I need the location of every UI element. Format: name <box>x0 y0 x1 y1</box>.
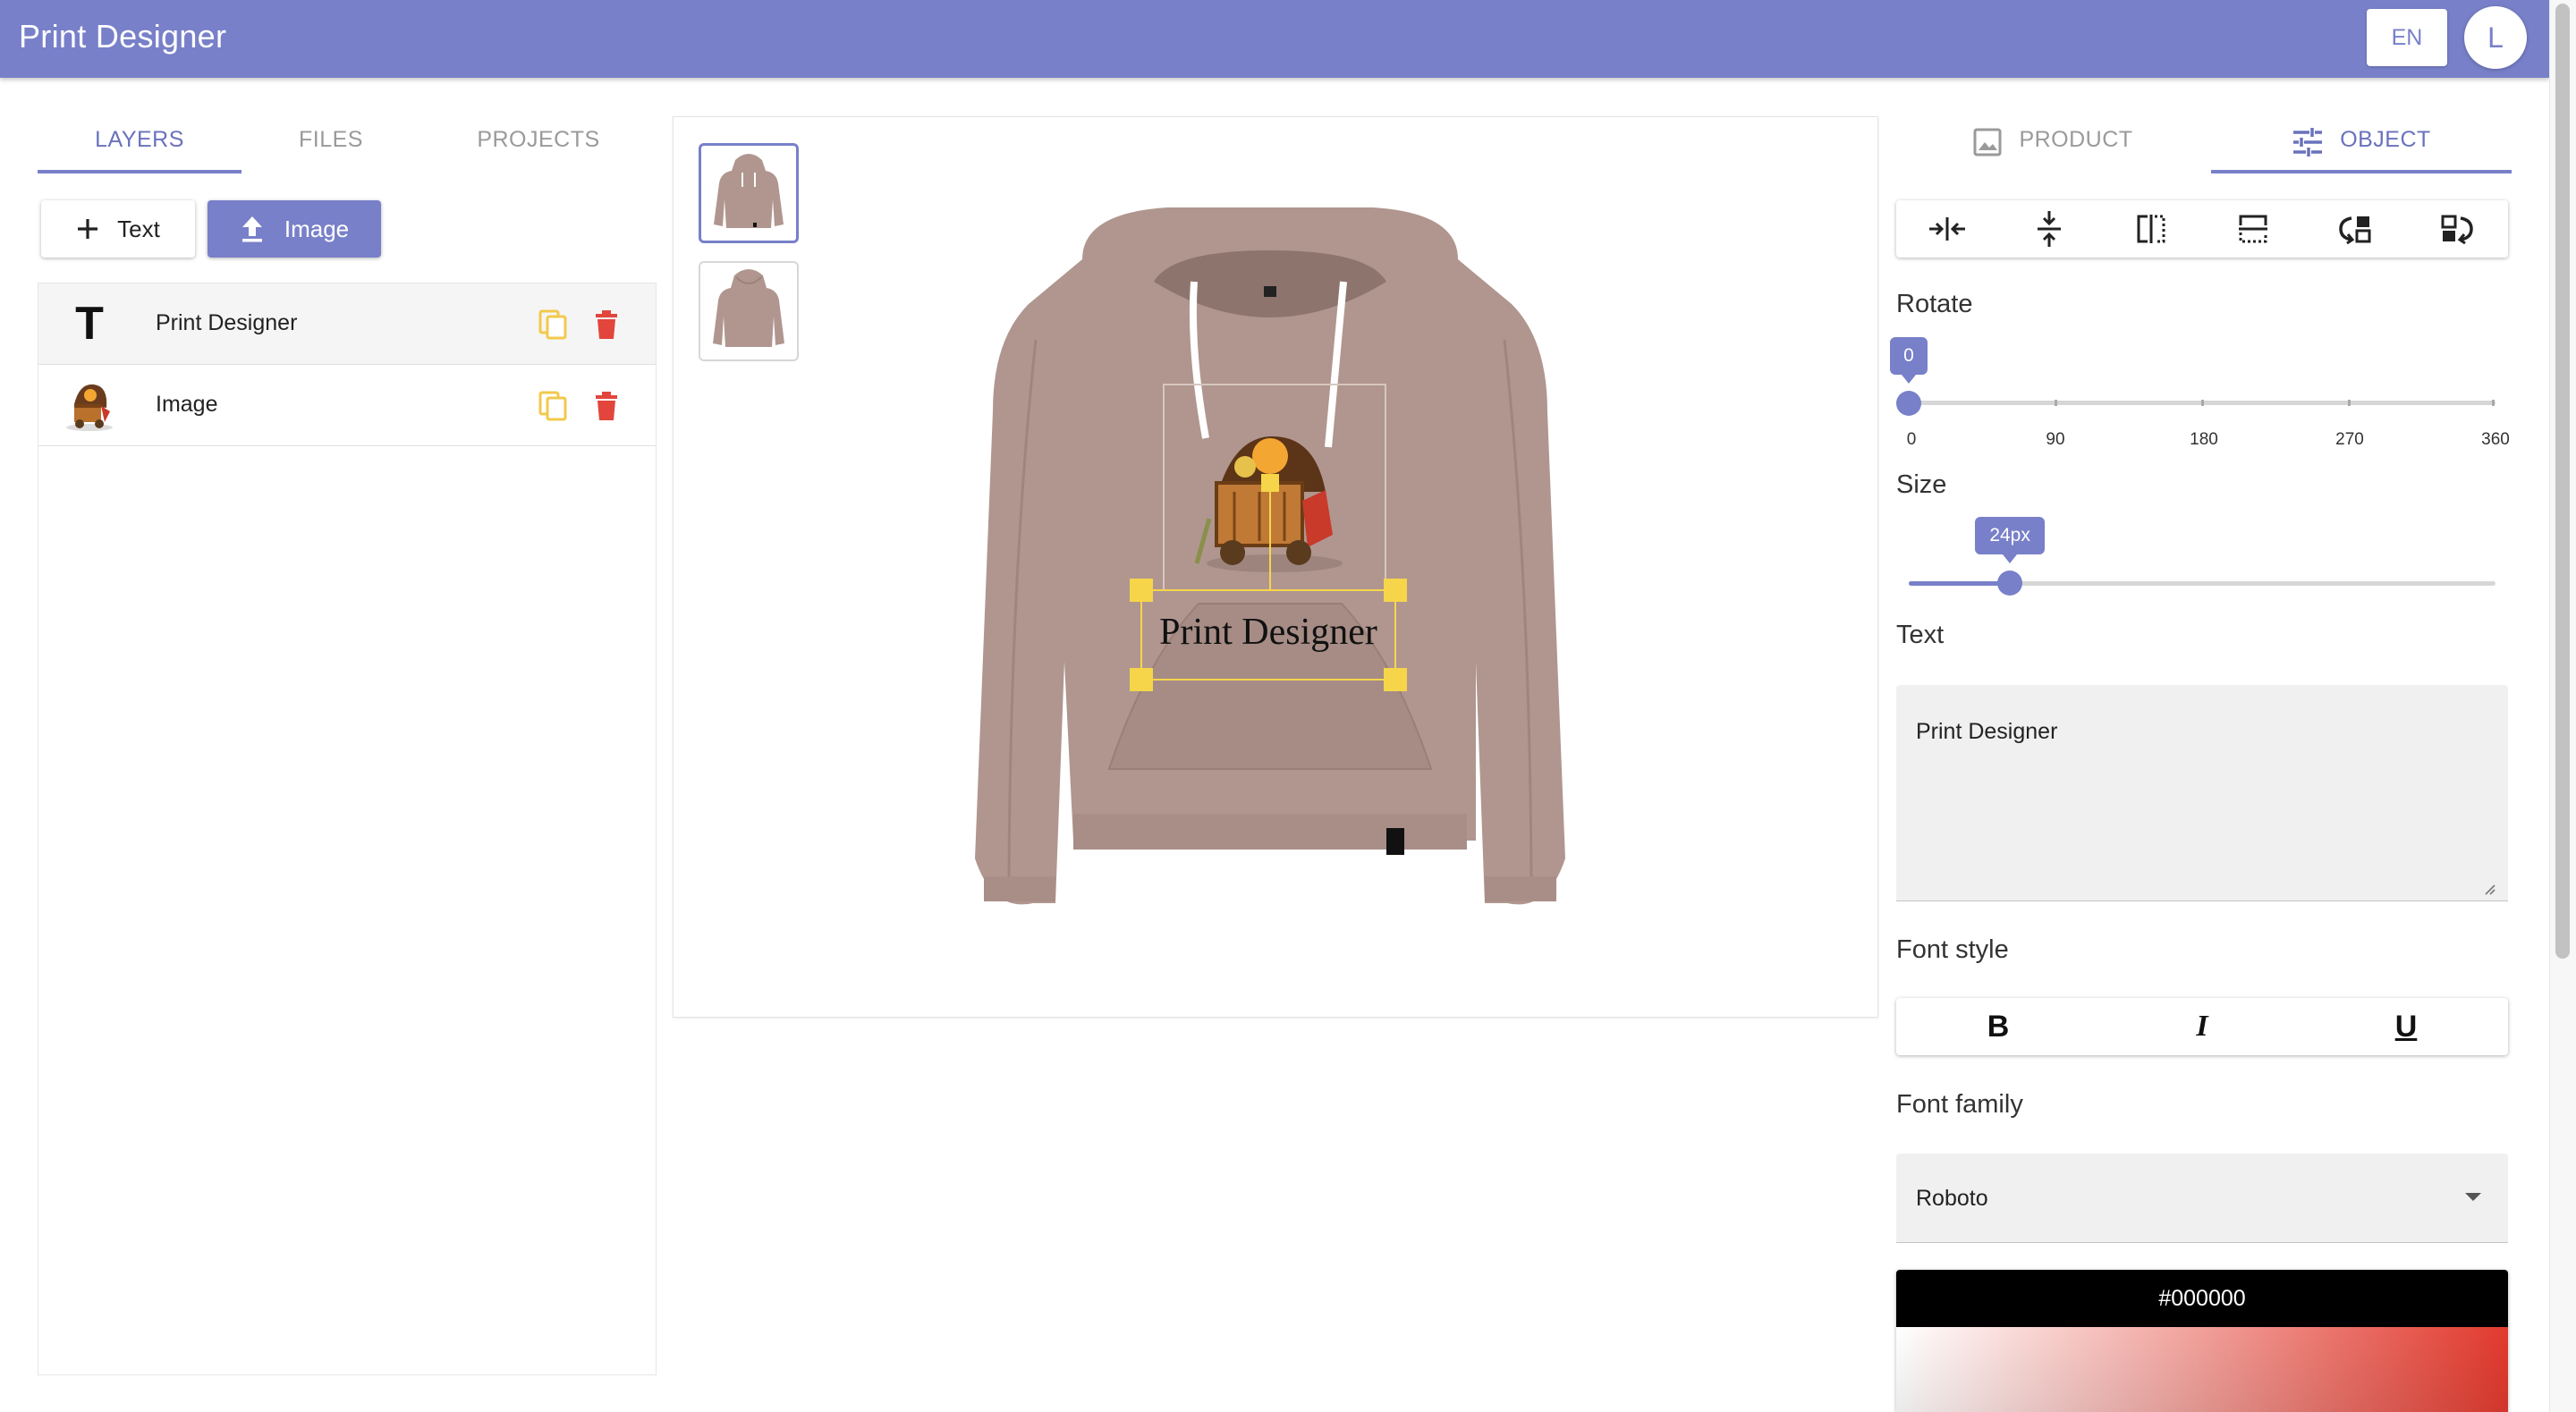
font-family-select[interactable]: Roboto <box>1896 1154 2508 1243</box>
product-preview[interactable]: Print Designer <box>975 197 1565 930</box>
duplicate-icon[interactable] <box>538 309 570 341</box>
italic-button[interactable]: I <box>2100 998 2304 1055</box>
app-title: Print Designer <box>19 18 227 55</box>
tab-product[interactable]: PRODUCT <box>1894 127 2211 173</box>
center-vertical-icon <box>2038 211 2061 247</box>
rotate-tick-label: 270 <box>2335 430 2364 449</box>
delete-icon[interactable] <box>591 309 622 341</box>
tab-projects[interactable]: PROJECTS <box>428 127 649 173</box>
text-layer-thumb: T <box>62 296 117 351</box>
hoodie-tag <box>1386 828 1404 855</box>
flip-horizontal-icon <box>2137 215 2165 243</box>
tab-files[interactable]: FILES <box>242 127 420 173</box>
layers-list: T Print Designer Image <box>38 283 657 1375</box>
add-text-button[interactable]: Text <box>41 200 195 258</box>
dropdown-caret-icon <box>2465 1193 2481 1201</box>
tune-icon <box>2293 128 2323 156</box>
plus-icon <box>78 219 98 239</box>
size-value-bubble: 24px <box>1975 517 2046 563</box>
size-label: Size <box>1896 470 1947 499</box>
text-type-icon: T <box>75 298 104 350</box>
tab-layers[interactable]: LAYERS <box>38 127 242 173</box>
resize-handle-top-right[interactable] <box>1384 579 1407 602</box>
underline-button[interactable]: U <box>2304 998 2508 1055</box>
resize-grip-icon[interactable] <box>2481 881 2496 895</box>
upload-image-label: Image <box>284 215 350 242</box>
font-family-value: Roboto <box>1916 1186 1988 1211</box>
layer-row-text[interactable]: T Print Designer <box>38 283 656 365</box>
bring-forward-icon <box>2339 216 2371 245</box>
rotate-value-bubble: 0 <box>1890 337 1928 384</box>
tab-product-label: PRODUCT <box>2019 127 2133 152</box>
object-toolbar <box>1896 200 2508 258</box>
bring-forward-button[interactable] <box>2304 200 2406 258</box>
view-thumb-back[interactable] <box>699 261 799 361</box>
resize-handle-bottom-right[interactable] <box>1384 668 1407 691</box>
app-bar: Print Designer EN L <box>0 0 2549 78</box>
delete-icon[interactable] <box>591 390 622 422</box>
image-layer-thumb <box>66 384 113 431</box>
send-backward-icon <box>2441 215 2473 245</box>
hoodie-front-thumb <box>714 154 784 228</box>
font-style-toolbar: B I U <box>1896 998 2508 1055</box>
flip-horizontal-button[interactable] <box>2100 200 2202 258</box>
color-hex-value[interactable]: #000000 <box>1896 1270 2508 1327</box>
flip-vertical-icon <box>2239 215 2267 243</box>
language-button[interactable]: EN <box>2367 9 2447 66</box>
rotate-tick <box>2201 400 2204 406</box>
view-thumb-front[interactable] <box>699 143 799 243</box>
hoodie-back-thumb <box>713 269 784 347</box>
tab-object[interactable]: OBJECT <box>2211 127 2512 173</box>
color-picker[interactable]: #000000 <box>1896 1270 2508 1412</box>
upload-image-button[interactable]: Image <box>208 200 381 258</box>
size-slider-thumb[interactable] <box>1997 571 2023 596</box>
rotate-tick <box>2055 400 2057 406</box>
design-text[interactable]: Print Designer <box>1159 612 1377 653</box>
user-avatar[interactable]: L <box>2464 6 2527 69</box>
size-slider-fill <box>1909 581 2011 586</box>
rotate-slider-thumb[interactable] <box>1896 391 1921 416</box>
waistband <box>1073 814 1467 850</box>
duplicate-icon[interactable] <box>538 390 570 422</box>
scrollbar-thumb[interactable] <box>2555 4 2570 959</box>
rotate-tick-label: 180 <box>2190 430 2218 449</box>
rotate-tick-label: 90 <box>2046 430 2065 449</box>
layer-name: Print Designer <box>156 310 298 335</box>
layer-name: Image <box>156 392 218 417</box>
center-horizontal-button[interactable] <box>1896 200 1998 258</box>
rotate-tick-label: 0 <box>1906 430 1917 449</box>
image-icon <box>1973 128 2002 156</box>
color-saturation-area[interactable] <box>1896 1327 2508 1412</box>
add-text-label: Text <box>117 215 160 242</box>
center-vertical-button[interactable] <box>1998 200 2100 258</box>
rotate-tick <box>2348 400 2351 406</box>
upload-icon <box>242 216 262 242</box>
font-family-label: Font family <box>1896 1090 2023 1119</box>
bold-button[interactable]: B <box>1896 998 2100 1055</box>
tab-object-label: OBJECT <box>2340 127 2431 152</box>
center-horizontal-icon <box>1929 217 1965 241</box>
font-style-label: Font style <box>1896 935 2009 964</box>
print-designer-app: Print Designer EN L LAYERS FILES PROJECT… <box>0 0 2576 1412</box>
page-scrollbar[interactable] <box>2549 0 2576 1412</box>
text-content-value: Print Designer <box>1916 719 2058 744</box>
rotate-tick <box>2492 400 2495 406</box>
text-content-field[interactable]: Print Designer <box>1896 685 2508 901</box>
resize-handle-bottom-left[interactable] <box>1130 668 1153 691</box>
send-backward-button[interactable] <box>2406 200 2508 258</box>
rotate-handle[interactable] <box>1261 474 1279 492</box>
rotate-tick-label: 360 <box>2481 430 2510 449</box>
flip-vertical-button[interactable] <box>2202 200 2304 258</box>
text-label: Text <box>1896 621 1945 649</box>
rotate-label: Rotate <box>1896 290 1973 318</box>
layer-row-image[interactable]: Image <box>38 365 656 446</box>
resize-handle-top-left[interactable] <box>1130 579 1153 602</box>
